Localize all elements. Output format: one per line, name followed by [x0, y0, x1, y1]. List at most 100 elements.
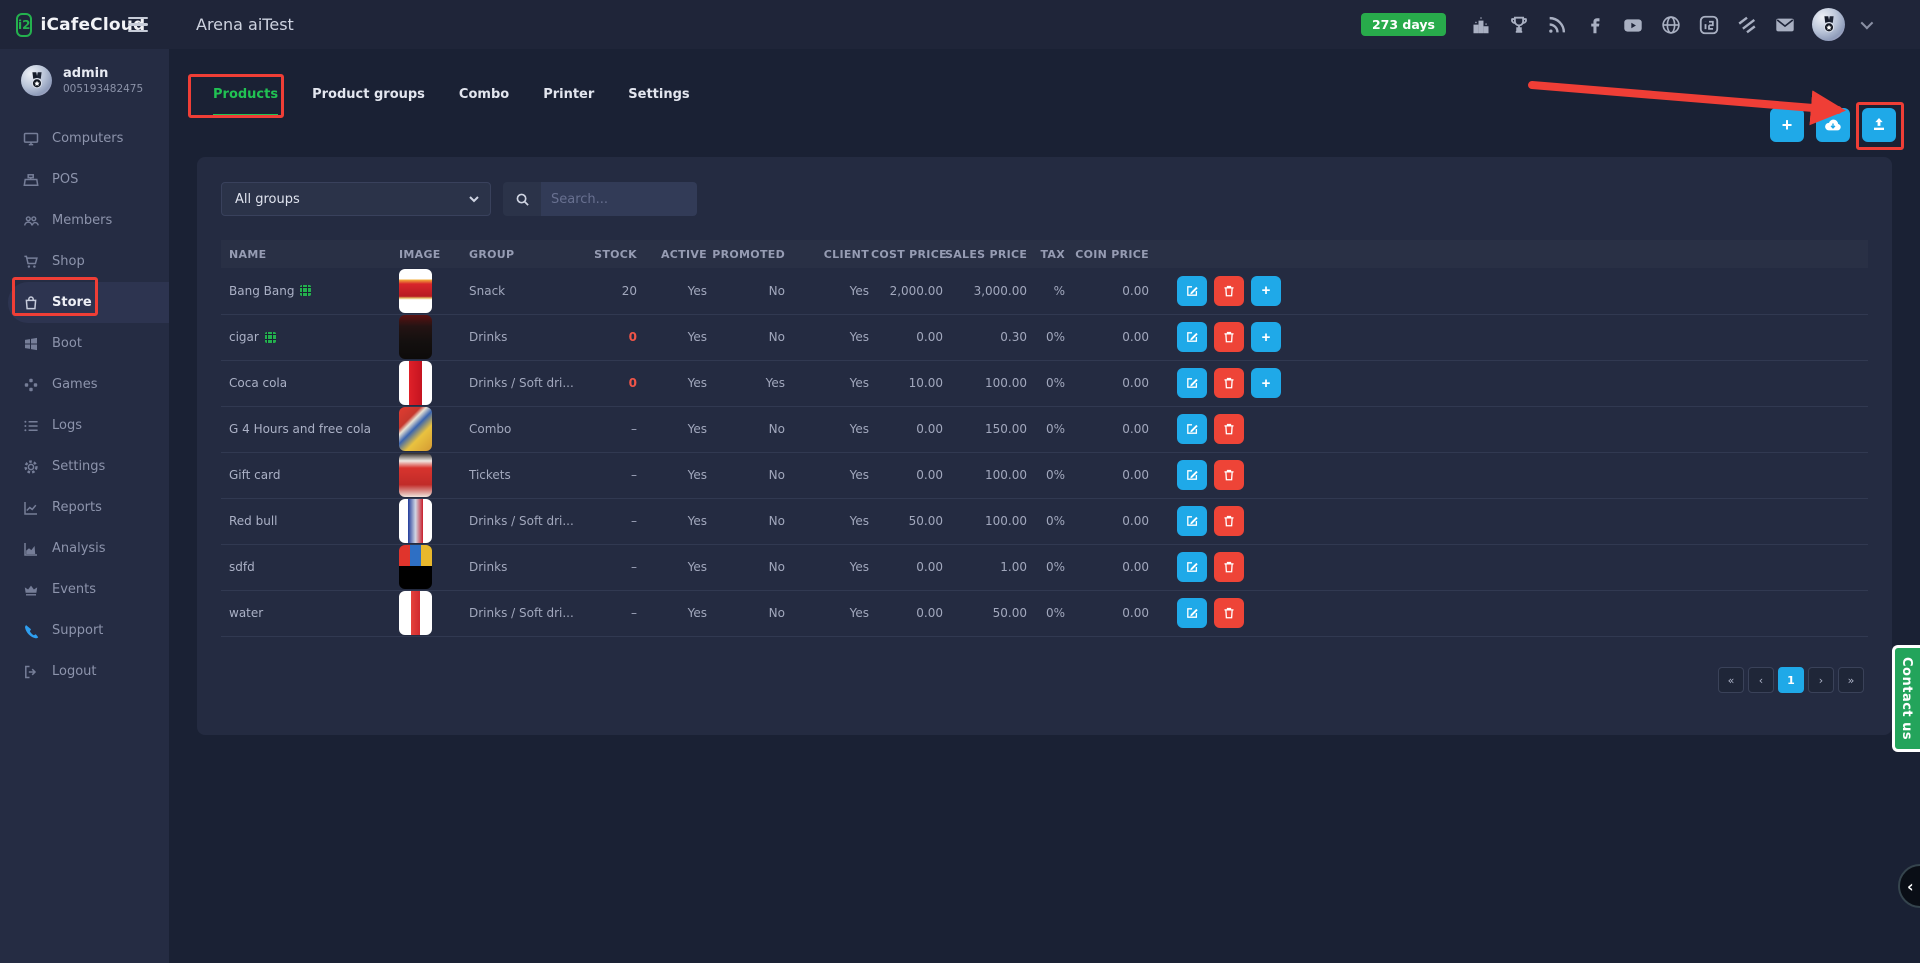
col-actions [1151, 240, 1868, 268]
product-tax: 0% [1029, 544, 1067, 590]
delete-product-button[interactable] [1214, 598, 1244, 628]
tab-products[interactable]: Products [213, 87, 278, 116]
edit-product-button[interactable] [1177, 506, 1207, 536]
sidebar-item-settings[interactable]: Settings [0, 446, 169, 487]
tab-combo[interactable]: Combo [459, 87, 509, 116]
product-client: Yes [787, 590, 871, 636]
globe-icon[interactable] [1660, 14, 1682, 36]
product-cost-price: 0.00 [871, 314, 945, 360]
product-cost-price: 0.00 [871, 406, 945, 452]
sidebar-item-analysis[interactable]: Analysis [0, 528, 169, 569]
pagination-first-button[interactable]: « [1718, 667, 1744, 693]
delete-product-button[interactable] [1214, 414, 1244, 444]
product-coin-price: 0.00 [1067, 452, 1151, 498]
table-row: sdfd Drinks – Yes No Yes 0.00 1.00 0% 0.… [221, 544, 1868, 590]
sidebar-item-events[interactable]: Events [0, 569, 169, 610]
product-client: Yes [787, 314, 871, 360]
product-cost-price: 10.00 [871, 360, 945, 406]
product-client: Yes [787, 452, 871, 498]
search-input[interactable] [541, 182, 697, 216]
sidebar-item-store[interactable]: Store [8, 282, 169, 323]
add-variant-button[interactable]: + [1251, 368, 1281, 398]
product-coin-price: 0.00 [1067, 544, 1151, 590]
download-products-button[interactable] [1816, 108, 1850, 142]
client-tag-icon [300, 285, 311, 296]
sidebar-item-shop[interactable]: Shop [0, 241, 169, 282]
product-tax: 0% [1029, 406, 1067, 452]
product-tax: % [1029, 268, 1067, 314]
menu-toggle-icon[interactable] [128, 17, 148, 33]
col-coin-price: COIN PRICE [1067, 240, 1151, 268]
pagination-page-1[interactable]: 1 [1778, 667, 1804, 693]
rss-icon[interactable] [1546, 14, 1568, 36]
sidebar-item-boot[interactable]: Boot [0, 323, 169, 364]
product-name: Red bull [229, 514, 278, 528]
sidebar-user[interactable]: admin 005193482475 [0, 49, 169, 110]
sidebar-item-label: Analysis [52, 541, 106, 556]
delete-product-button[interactable] [1214, 276, 1244, 306]
cloud-download-icon [1823, 115, 1843, 135]
product-promoted: No [709, 498, 787, 544]
sidebar-item-label: Reports [52, 500, 102, 515]
product-tax: 0% [1029, 452, 1067, 498]
pagination-prev-button[interactable]: ‹ [1748, 667, 1774, 693]
edit-product-button[interactable] [1177, 322, 1207, 352]
chevron-down-icon[interactable] [1861, 17, 1874, 30]
facebook-icon[interactable] [1584, 14, 1606, 36]
product-client: Yes [787, 268, 871, 314]
ranking-icon[interactable] [1470, 14, 1492, 36]
delete-product-button[interactable] [1214, 506, 1244, 536]
delete-product-button[interactable] [1214, 552, 1244, 582]
user-avatar[interactable] [1812, 8, 1845, 41]
store-tabs: Products Product groups Combo Printer Se… [213, 87, 690, 116]
sidebar-item-label: Shop [52, 254, 85, 269]
add-product-button[interactable]: + [1770, 108, 1804, 142]
sidebar-item-support[interactable]: Support [0, 610, 169, 651]
icafe-app-icon[interactable] [1698, 14, 1720, 36]
pagination-next-button[interactable]: › [1808, 667, 1834, 693]
youtube-icon[interactable] [1622, 14, 1644, 36]
tab-settings[interactable]: Settings [628, 87, 689, 116]
delete-product-button[interactable] [1214, 322, 1244, 352]
delete-product-button[interactable] [1214, 368, 1244, 398]
upload-products-button[interactable] [1862, 108, 1896, 142]
col-image: IMAGE [391, 240, 461, 268]
edit-product-button[interactable] [1177, 598, 1207, 628]
sidebar-item-pos[interactable]: POS [0, 159, 169, 200]
sidebar-item-logs[interactable]: Logs [0, 405, 169, 446]
group-filter-select[interactable]: All groups [221, 182, 491, 216]
add-variant-button[interactable]: + [1251, 322, 1281, 352]
windows-icon [23, 336, 39, 352]
edit-product-button[interactable] [1177, 276, 1207, 306]
sidebar-item-members[interactable]: Members [0, 200, 169, 241]
table-row: Bang Bang Snack 20 Yes No Yes 2,000.00 3… [221, 268, 1868, 314]
sidebar-item-logout[interactable]: Logout [0, 651, 169, 692]
product-group: Drinks / Soft dri... [461, 360, 593, 406]
layers-icon[interactable] [1736, 14, 1758, 36]
add-variant-button[interactable]: + [1251, 276, 1281, 306]
edit-product-button[interactable] [1177, 368, 1207, 398]
product-active: Yes [639, 498, 709, 544]
tab-product-groups[interactable]: Product groups [312, 87, 425, 116]
table-row: Gift card Tickets – Yes No Yes 0.00 100.… [221, 452, 1868, 498]
sidebar-item-reports[interactable]: Reports [0, 487, 169, 528]
contact-us-ribbon[interactable]: Contact us [1892, 645, 1920, 752]
trophy-icon[interactable] [1508, 14, 1530, 36]
pagination-last-button[interactable]: » [1838, 667, 1864, 693]
product-stock: 0 [593, 360, 639, 406]
tab-printer[interactable]: Printer [543, 87, 594, 116]
col-sales-price: SALES PRICE [945, 240, 1029, 268]
product-client: Yes [787, 406, 871, 452]
edit-product-button[interactable] [1177, 414, 1207, 444]
subscription-days-badge[interactable]: 273 days [1361, 13, 1446, 36]
sidebar-item-games[interactable]: Games [0, 364, 169, 405]
edit-product-button[interactable] [1177, 460, 1207, 490]
col-group: GROUP [461, 240, 593, 268]
top-header: i2 iCafeCloud Arena aiTest 273 days [0, 0, 1920, 49]
sidebar-item-computers[interactable]: Computers [0, 118, 169, 159]
delete-product-button[interactable] [1214, 460, 1244, 490]
mail-icon[interactable] [1774, 14, 1796, 36]
edit-product-button[interactable] [1177, 552, 1207, 582]
product-sales-price: 100.00 [945, 498, 1029, 544]
brand[interactable]: i2 iCafeCloud [0, 13, 122, 37]
